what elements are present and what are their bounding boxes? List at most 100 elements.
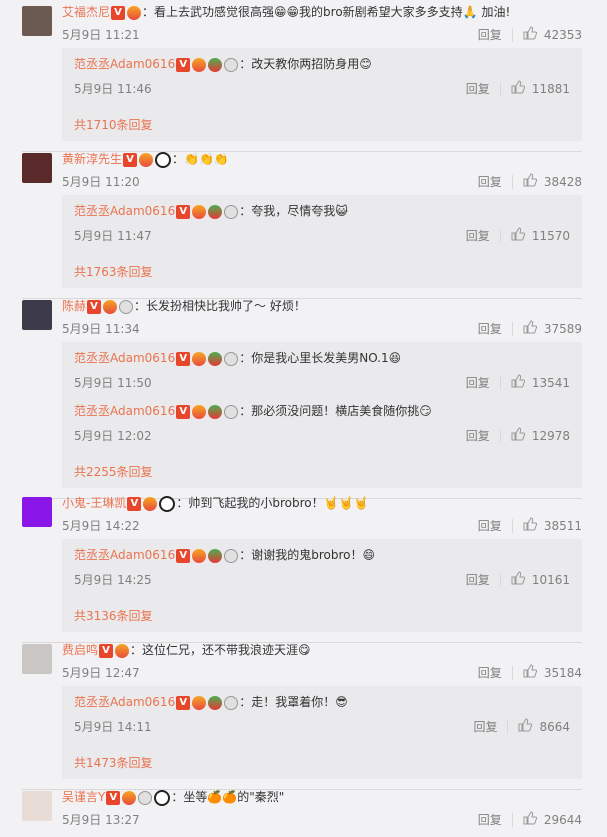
view-more-replies-link[interactable]: 共3136条回复 [74,607,153,624]
watermelon-badge-icon [208,204,223,219]
view-more-replies-link[interactable]: 共2255条回复 [74,463,153,480]
like-button[interactable]: 12978 [511,427,570,444]
comment-line: 吴谨言Y V ：坐等🍊🍊的"秦烈" [62,788,284,806]
reply-line: 范丞丞Adam0616 V ：你是我心里长发美男NO.1😆 [74,349,401,367]
colon-separator: ： [239,548,252,562]
verified-badge-icon: V [176,695,191,710]
avatar[interactable] [22,791,52,821]
fan-badge-icon [143,496,158,511]
fan-badge-icon [192,351,207,366]
comment-text: 这位仁兄，还不带我浪迹天涯😋 [142,643,311,657]
reply-item: 范丞丞Adam0616 V ：改天教你两招防身用😊 5月9日 11:46 回复 11881 [62,48,582,101]
avatar[interactable] [22,497,52,527]
thumbs-up-icon [511,80,525,97]
comment-time: 5月9日 12:47 [62,666,140,680]
colon-separator: ： [130,643,143,657]
reply-time: 5月9日 11:47 [74,229,152,243]
reply-button[interactable]: 回复 [478,173,502,190]
reply-username-link[interactable]: 范丞丞Adam0616 [74,204,175,218]
username-link[interactable]: 陈赫 [62,299,86,313]
like-count: 8664 [539,719,570,734]
reply-button[interactable]: 回复 [466,427,490,444]
username-link[interactable]: 艾福杰尼 [62,5,110,19]
reply-line: 范丞丞Adam0616 V ：那必须没问题！横店美食随你挑😏 [74,402,432,420]
medal-badge-icon [224,404,239,419]
reply-username-link[interactable]: 范丞丞Adam0616 [74,57,175,71]
avatar[interactable] [22,153,52,183]
reply-item: 范丞丞Adam0616 V ：谢谢我的鬼brobro！😄 5月9日 14:25 回复 10… [62,539,582,592]
action-divider [511,518,513,533]
reply-line: 范丞丞Adam0616 V ：改天教你两招防身用😊 [74,55,372,73]
reply-username-link[interactable]: 范丞丞Adam0616 [74,548,175,562]
reply-box: 范丞丞Adam0616 V ：夸我，尽情夸我😺 5月9日 11:47 回复 11570 共1… [62,195,582,288]
reply-button[interactable]: 回复 [473,718,497,735]
like-button[interactable]: 42353 [523,26,582,43]
username-link[interactable]: 费启鸣 [62,643,98,657]
fan-badge-icon [192,57,207,72]
reply-button[interactable]: 回复 [466,80,490,97]
reply-button[interactable]: 回复 [466,571,490,588]
reply-line: 范丞丞Adam0616 V ：夸我，尽情夸我😺 [74,202,348,220]
comment-actions: 回复 29644 [478,811,582,828]
reply-button[interactable]: 回复 [478,517,502,534]
reply-button[interactable]: 回复 [478,320,502,337]
like-button[interactable]: 29644 [523,811,582,828]
username-link[interactable]: 吴谨言Y [62,790,105,804]
medal-badge-icon [119,299,134,314]
watermelon-badge-icon [208,695,223,710]
view-more-replies-link[interactable]: 共1763条回复 [74,263,153,280]
verified-badge-icon: V [176,404,191,419]
reply-button[interactable]: 回复 [478,811,502,828]
comment-time: 5月9日 11:21 [62,28,140,42]
thumbs-up-icon [523,173,537,190]
reply-username-link[interactable]: 范丞丞Adam0616 [74,695,175,709]
username-link[interactable]: 黄新淳先生 [62,152,122,166]
panda-badge-icon [159,495,176,512]
reply-button[interactable]: 回复 [478,26,502,43]
reply-button[interactable]: 回复 [466,374,490,391]
like-count: 29644 [543,812,582,827]
reply-line: 范丞丞Adam0616 V ：谢谢我的鬼brobro！😄 [74,546,375,564]
panda-badge-icon [155,151,172,168]
reply-item: 范丞丞Adam0616 V ：夸我，尽情夸我😺 5月9日 11:47 回复 11570 [62,195,582,248]
fan-badge-icon [192,204,207,219]
like-button[interactable]: 8664 [518,718,570,735]
comment-time: 5月9日 13:27 [62,813,140,827]
comment-line: 艾福杰尼 V ：看上去武功感觉很高强😁😁我的bro新剧希望大家多多支持🙏 加油! [62,3,510,21]
avatar[interactable] [22,300,52,330]
reply-button[interactable]: 回复 [466,227,490,244]
thumbs-up-icon [523,664,537,681]
like-button[interactable]: 10161 [511,571,570,588]
username-link[interactable]: 小鬼-王琳凯 [62,496,126,510]
verified-badge-icon: V [176,204,191,219]
colon-separator: ： [171,790,184,804]
comment-feed: 艾福杰尼 V ：看上去武功感觉很高强😁😁我的bro新剧希望大家多多支持🙏 加油! 5月… [0,0,607,837]
like-button[interactable]: 35184 [523,664,582,681]
like-button[interactable]: 13541 [511,374,570,391]
like-button[interactable]: 11881 [511,80,570,97]
reply-text: 走！我罩着你！😎 [251,695,348,709]
view-more-replies-link[interactable]: 共1710条回复 [74,116,153,133]
reply-button[interactable]: 回复 [478,664,502,681]
comment-text: 帅到飞起我的小brobro！🤘🤘🤘 [188,496,369,510]
thumbs-up-icon [511,571,525,588]
thumbs-up-icon [511,227,525,244]
like-count: 37589 [543,321,582,336]
reply-username-link[interactable]: 范丞丞Adam0616 [74,351,175,365]
avatar[interactable] [22,644,52,674]
like-button[interactable]: 38428 [523,173,582,190]
reply-username-link[interactable]: 范丞丞Adam0616 [74,404,175,418]
like-button[interactable]: 11570 [511,227,570,244]
reply-time: 5月9日 12:02 [74,429,152,443]
colon-separator: ： [239,404,252,418]
comment-actions: 回复 38428 [478,173,582,190]
like-button[interactable]: 38511 [523,517,582,534]
action-divider [499,81,501,96]
reply-text: 谢谢我的鬼brobro！😄 [251,548,375,562]
medal-badge-icon [224,548,239,563]
comment-actions: 回复 10161 [466,571,570,588]
view-more-replies-link[interactable]: 共1473条回复 [74,754,153,771]
thumbs-up-icon [523,517,537,534]
like-button[interactable]: 37589 [523,320,582,337]
avatar[interactable] [22,6,52,36]
